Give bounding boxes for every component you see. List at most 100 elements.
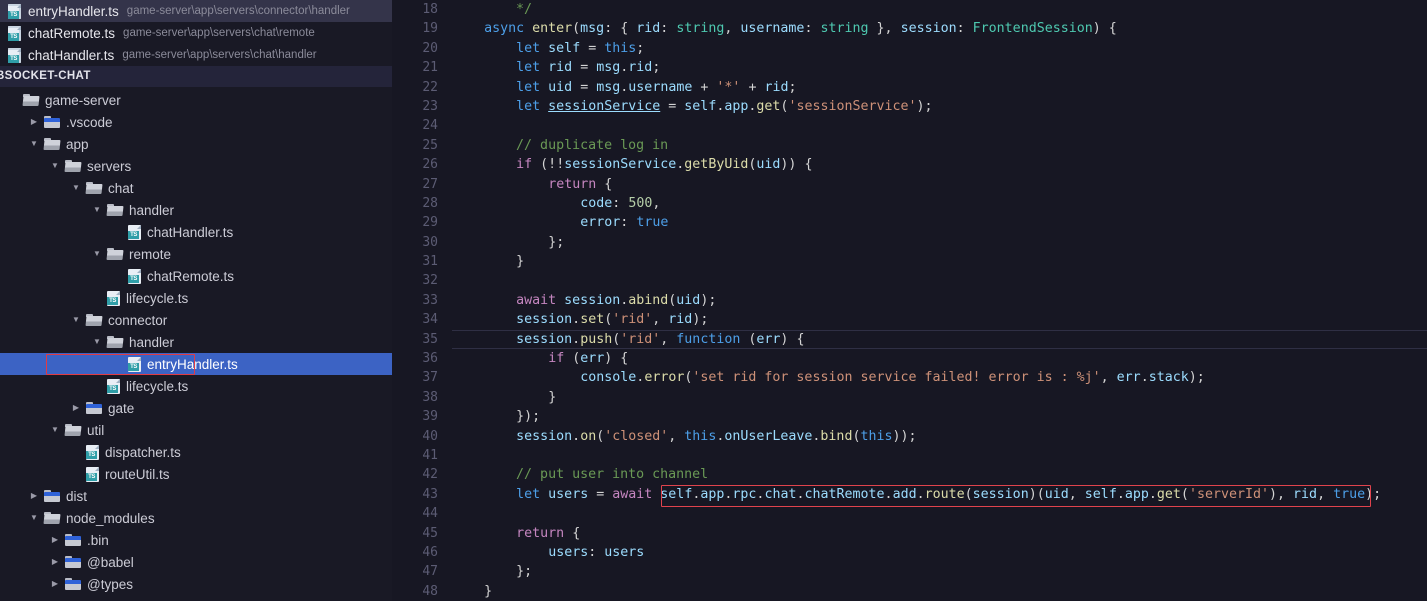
- chevron-down-icon[interactable]: [71, 309, 81, 331]
- code-line[interactable]: 41: [392, 446, 1427, 465]
- tree-folder-handler[interactable]: handler: [0, 331, 392, 353]
- code-line[interactable]: 37 console.error('set rid for session se…: [392, 368, 1427, 387]
- code-line[interactable]: 44: [392, 504, 1427, 523]
- code-line[interactable]: 42 // put user into channel: [392, 465, 1427, 484]
- chevron-down-icon[interactable]: [92, 331, 102, 353]
- tree-item-label: util: [87, 422, 105, 438]
- chevron-right-icon[interactable]: [50, 529, 60, 551]
- code-line[interactable]: 29 error: true: [392, 213, 1427, 232]
- code-line[interactable]: 45 return {: [392, 524, 1427, 543]
- tree-folder-vscode[interactable]: .vscode: [0, 111, 392, 133]
- quick-open-list: entryHandler.ts game-server\app\servers\…: [0, 0, 392, 66]
- tree-folder-bin[interactable]: .bin: [0, 529, 392, 551]
- chevron-down-icon[interactable]: [71, 177, 81, 199]
- tree-item-label: entryHandler.ts: [147, 356, 238, 372]
- tree-folder-node-modules[interactable]: node_modules: [0, 507, 392, 529]
- code-line[interactable]: 28 code: 500,: [392, 194, 1427, 213]
- code-line[interactable]: 34 session.set('rid', rid);: [392, 310, 1427, 329]
- line-number: 18: [422, 2, 438, 17]
- chevron-down-icon[interactable]: [92, 199, 102, 221]
- quick-open-item-entryhandler[interactable]: entryHandler.ts game-server\app\servers\…: [0, 0, 392, 22]
- chevron-right-icon[interactable]: [71, 397, 81, 419]
- code-line[interactable]: 48 }: [392, 582, 1427, 601]
- tree-item-label: chat: [108, 180, 134, 196]
- tree-folder-connector[interactable]: connector: [0, 309, 392, 331]
- tree-folder-babel[interactable]: @babel: [0, 551, 392, 573]
- explorer-section-header[interactable]: EBSOCKET-CHAT: [0, 66, 392, 87]
- code-line[interactable]: 32: [392, 271, 1427, 290]
- code-line[interactable]: 47 };: [392, 562, 1427, 581]
- chevron-down-icon[interactable]: [50, 155, 60, 177]
- chevron-down-icon[interactable]: [29, 133, 39, 155]
- code-line[interactable]: 46 users: users: [392, 543, 1427, 562]
- tree-file-chathandler-ts[interactable]: chatHandler.ts: [0, 221, 392, 243]
- chevron-right-icon[interactable]: [50, 573, 60, 595]
- code-line[interactable]: 20 let self = this;: [392, 39, 1427, 58]
- chevron-down-icon[interactable]: [92, 243, 102, 265]
- tree-folder-gate[interactable]: gate: [0, 397, 392, 419]
- tree-folder-remote[interactable]: remote: [0, 243, 392, 265]
- code-line[interactable]: 23 let sessionService = self.app.get('se…: [392, 97, 1427, 116]
- folder-open-icon: [43, 512, 61, 524]
- tree-file-lifecycle-ts[interactable]: lifecycle.ts: [0, 287, 392, 309]
- tree-folder-handler[interactable]: handler: [0, 199, 392, 221]
- tree-folder-chat[interactable]: chat: [0, 177, 392, 199]
- tree-folder-util[interactable]: util: [0, 419, 392, 441]
- code-line[interactable]: 43 let users = await self.app.rpc.chat.c…: [392, 485, 1427, 504]
- line-number: 38: [422, 389, 438, 405]
- code-line[interactable]: 19 async enter(msg: { rid: string, usern…: [392, 19, 1427, 38]
- tree-folder-game-server[interactable]: game-server: [0, 89, 392, 111]
- chevron-down-icon[interactable]: [29, 507, 39, 529]
- code-line[interactable]: 39 });: [392, 407, 1427, 426]
- code-line[interactable]: 31 }: [392, 252, 1427, 271]
- code-line-text: let users = await self.app.rpc.chat.chat…: [516, 486, 1382, 502]
- tree-folder-dist[interactable]: dist: [0, 485, 392, 507]
- tree-file-routeutil-ts[interactable]: routeUtil.ts: [0, 463, 392, 485]
- code-line[interactable]: 38 }: [392, 388, 1427, 407]
- code-line[interactable]: 27 return {: [392, 175, 1427, 194]
- tree-folder-types[interactable]: @types: [0, 573, 392, 595]
- code-line-text: let self = this;: [516, 40, 645, 56]
- tree-item-label: dispatcher.ts: [105, 444, 181, 460]
- code-editor[interactable]: 18 */19 async enter(msg: { rid: string, …: [392, 0, 1427, 601]
- code-line[interactable]: 18 */: [392, 0, 1427, 19]
- code-line[interactable]: 40 session.on('closed', this.onUserLeave…: [392, 427, 1427, 446]
- code-line-text: }: [484, 583, 493, 599]
- code-line-text: code: 500,: [580, 195, 661, 211]
- code-line-text: error: true: [580, 215, 669, 231]
- line-number: 22: [422, 79, 438, 95]
- tree-file-chatremote-ts[interactable]: chatRemote.ts: [0, 265, 392, 287]
- chevron-right-icon[interactable]: [50, 551, 60, 573]
- code-line-text: async enter(msg: { rid: string, username…: [484, 21, 1117, 37]
- code-line-text: users: users: [548, 544, 645, 560]
- line-number: 34: [422, 312, 438, 328]
- tree-folder-servers[interactable]: servers: [0, 155, 392, 177]
- folder-closed-icon: [44, 490, 60, 502]
- tree-item-label: chatHandler.ts: [147, 224, 234, 240]
- tree-file-dispatcher-ts[interactable]: dispatcher.ts: [0, 441, 392, 463]
- code-line[interactable]: 24: [392, 116, 1427, 135]
- code-line[interactable]: 26 if (!!sessionService.getByUid(uid)) {: [392, 155, 1427, 174]
- typescript-file-icon: [128, 356, 141, 372]
- code-line[interactable]: 33 await session.abind(uid);: [392, 291, 1427, 310]
- chevron-down-icon[interactable]: [50, 419, 60, 441]
- code-line[interactable]: 25 // duplicate log in: [392, 136, 1427, 155]
- tree-item-label: .bin: [87, 532, 109, 548]
- code-line[interactable]: 21 let rid = msg.rid;: [392, 58, 1427, 77]
- code-line[interactable]: 35 session.push('rid', function (err) {: [392, 329, 1427, 350]
- quick-open-item-chatremote[interactable]: chatRemote.ts game-server\app\servers\ch…: [0, 22, 392, 44]
- code-line[interactable]: 30 };: [392, 233, 1427, 252]
- tree-folder-app[interactable]: app: [0, 133, 392, 155]
- code-line-text: let rid = msg.rid;: [516, 60, 661, 76]
- line-number: 31: [422, 254, 438, 270]
- code-line[interactable]: 36 if (err) {: [392, 349, 1427, 368]
- tree-file-lifecycle-ts[interactable]: lifecycle.ts: [0, 375, 392, 397]
- code-line-text: session.push('rid', function (err) {: [516, 331, 805, 347]
- tree-item-label: node_modules: [66, 510, 155, 526]
- tree-item-label: connector: [108, 312, 168, 328]
- code-line[interactable]: 22 let uid = msg.username + '*' + rid;: [392, 78, 1427, 97]
- quick-open-item-chathandler[interactable]: chatHandler.ts game-server\app\servers\c…: [0, 44, 392, 66]
- tree-file-entryhandler-ts[interactable]: entryHandler.ts: [0, 353, 392, 375]
- chevron-right-icon[interactable]: [29, 485, 39, 507]
- chevron-right-icon[interactable]: [29, 111, 39, 133]
